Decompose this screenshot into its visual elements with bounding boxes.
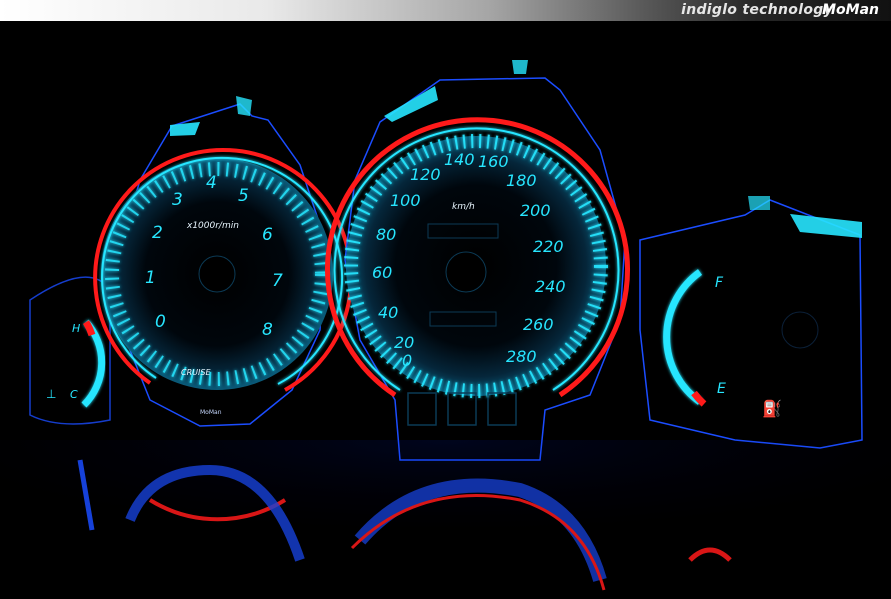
speed-tick-20: 20 [394,333,414,352]
banner-text: indiglo technology [681,2,833,18]
speed-tick-160: 160 [478,152,509,171]
speed-tick-120: 120 [410,165,441,184]
speed-tick-100: 100 [390,191,421,210]
tach-maker-mark: MoMan [200,409,222,416]
cluster-illustration: H C ⊥ 0 1 2 3 4 5 6 7 8 x1000r/min CRUIS… [0,60,891,599]
cruise-indicator: CRUISE [181,368,211,377]
speed-tick-180: 180 [506,171,537,190]
speed-tick-0: 0 [402,351,412,370]
temp-hot-label: H [72,322,80,335]
speed-tick-280: 280 [506,347,537,366]
fuel-pump-icon: ⛽ [762,399,782,418]
tach-tick-5: 5 [238,186,249,206]
speed-tick-200: 200 [520,201,551,220]
gauge-cluster-photo: indiglo technology MoMan H C ⊥ 0 1 2 3 4… [0,0,891,599]
speed-unit-label: km/h [452,202,475,212]
speed-tick-40: 40 [378,303,398,322]
tachometer: 0 1 2 3 4 5 6 7 8 x1000r/min CRUISE MoMa… [93,96,354,427]
tach-tick-0: 0 [155,312,166,332]
speedometer: 0 20 40 60 80 100 120 140 160 180 200 22… [325,60,630,461]
tach-tick-7: 7 [272,271,283,291]
tach-tick-8: 8 [262,320,273,340]
speed-tick-220: 220 [533,237,564,256]
tach-tick-3: 3 [172,190,183,210]
top-banner: indiglo technology MoMan [0,0,891,21]
tach-tick-1: 1 [145,268,156,288]
speed-tick-140: 140 [444,150,475,169]
reflection [0,440,891,599]
speed-tick-80: 80 [376,225,396,244]
coolant-icon: ⊥ [46,387,56,401]
banner-brand: MoMan [822,2,879,18]
tach-unit-label: x1000r/min [186,221,239,231]
fuel-gauge: F E ⛽ [639,196,863,449]
tach-tick-6: 6 [262,225,273,245]
tach-tick-2: 2 [152,223,163,243]
fuel-full-label: F [715,275,724,291]
speed-tick-260: 260 [523,315,554,334]
speed-tick-60: 60 [372,263,392,282]
temp-cold-label: C [70,388,78,401]
fuel-empty-label: E [717,381,726,397]
tach-tick-4: 4 [206,173,217,193]
speed-tick-240: 240 [535,277,566,296]
